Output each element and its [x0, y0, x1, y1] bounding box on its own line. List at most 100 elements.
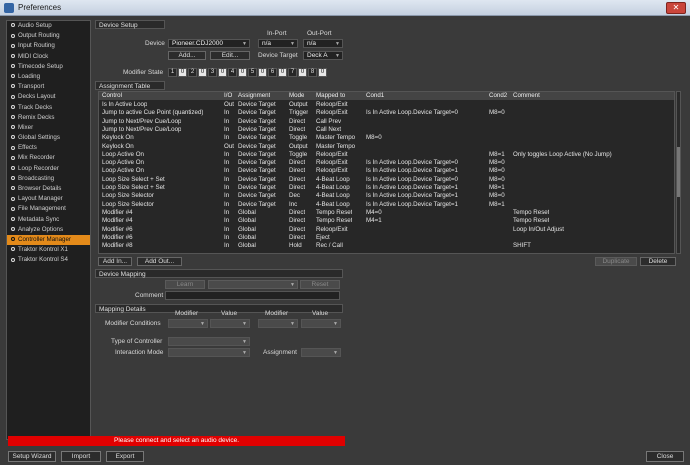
table-row[interactable]: Modifier #6 In Global Direct Reloop/Exit Loop…: [99, 226, 674, 234]
sidebar-item[interactable]: Effects: [7, 143, 90, 153]
radio-dot-icon: [11, 53, 15, 58]
assignment-dropdown[interactable]: ▼: [301, 348, 341, 357]
sidebar-item[interactable]: Traktor Kontrol X1: [7, 245, 90, 255]
type-of-controller-dropdown[interactable]: ▼: [168, 337, 250, 346]
in-port-dropdown[interactable]: n/a ▼: [258, 39, 298, 48]
modifier-value[interactable]: 0: [238, 68, 247, 77]
table-row[interactable]: Loop Active On In Device Target Direct Reloo…: [99, 159, 674, 167]
sidebar-item-label: Global Settings: [18, 134, 60, 142]
table-row[interactable]: Is In Active Loop Out Device Target Output R…: [99, 101, 674, 109]
sidebar-item[interactable]: Broadcasting: [7, 174, 90, 184]
table-cell: M8=1: [489, 150, 505, 158]
close-button[interactable]: Close: [646, 451, 684, 462]
table-row[interactable]: Modifier #4 In Global Direct Tempo Reset M4=1…: [99, 217, 674, 225]
modifier-value[interactable]: 0: [218, 68, 227, 77]
add-device-button[interactable]: Add...: [168, 51, 206, 60]
table-row[interactable]: Jump to active Cue Point (quantized) In De…: [99, 109, 674, 117]
modifier-value[interactable]: 0: [318, 68, 327, 77]
scrollbar-thumb[interactable]: [677, 147, 680, 197]
sidebar-item[interactable]: Mix Recorder: [7, 153, 90, 163]
title-bar: Preferences ✕: [0, 0, 690, 16]
table-row[interactable]: Loop Size Select + Set In Device Target Dir…: [99, 175, 674, 184]
table-cell: Modifier #8: [102, 242, 133, 250]
comment-input[interactable]: [165, 291, 340, 300]
interaction-mode-dropdown[interactable]: ▼: [168, 348, 250, 357]
sidebar-item[interactable]: Analyze Options: [7, 225, 90, 235]
delete-button[interactable]: Delete: [640, 257, 676, 266]
add-out-button[interactable]: Add Out...: [137, 257, 182, 266]
sidebar-item[interactable]: Loop Recorder: [7, 164, 90, 174]
table-row[interactable]: Loop Size Selector In Device Target Inc 4-Be…: [99, 201, 674, 209]
table-cell: Direct: [289, 175, 306, 183]
table-cell: Rec / Call: [316, 242, 343, 250]
reset-button[interactable]: Reset: [300, 280, 340, 289]
learn-dropdown[interactable]: ▼: [208, 280, 298, 289]
table-row[interactable]: Jump to Next/Prev Cue/Loop In Device Targe…: [99, 118, 674, 126]
sidebar-item-label: Remix Decks: [18, 113, 55, 121]
sidebar-item[interactable]: Mixer: [7, 123, 90, 133]
table-row[interactable]: Loop Size Select + Set In Device Target Dir…: [99, 184, 674, 192]
edit-device-button[interactable]: Edit...: [210, 51, 250, 60]
table-cell: Device Target: [238, 150, 276, 158]
modifier-value[interactable]: 0: [278, 68, 287, 77]
sidebar-item[interactable]: File Management: [7, 204, 90, 214]
table-row[interactable]: Modifier #6 In Global Direct Eject: [99, 233, 674, 242]
modifier-1-dropdown[interactable]: ▼: [168, 319, 208, 328]
sidebar-item[interactable]: Remix Decks: [7, 113, 90, 123]
modifier-value[interactable]: 0: [198, 68, 207, 77]
sidebar-item[interactable]: Layout Manager: [7, 194, 90, 204]
table-row[interactable]: Jump to Next/Prev Cue/Loop In Device Targe…: [99, 126, 674, 134]
modifier-2-dropdown[interactable]: ▼: [258, 319, 298, 328]
table-cell: Tempo Reset: [513, 217, 550, 225]
modifier-value[interactable]: 0: [298, 68, 307, 77]
table-row[interactable]: Keylock On In Device Target Toggle Master Te…: [99, 134, 674, 142]
sidebar-item[interactable]: Audio Setup: [7, 21, 90, 31]
table-row[interactable]: Loop Size Selector In Device Target Dec 4-Be…: [99, 192, 674, 200]
duplicate-button[interactable]: Duplicate: [595, 257, 637, 266]
sidebar-item[interactable]: Global Settings: [7, 133, 90, 143]
sidebar-item[interactable]: Controller Manager: [7, 234, 90, 246]
sidebar-item[interactable]: Timecode Setup: [7, 62, 90, 72]
import-button[interactable]: Import: [61, 451, 101, 462]
modifier-col-2: Modifier: [265, 310, 289, 317]
out-port-dropdown[interactable]: n/a ▼: [303, 39, 343, 48]
sidebar-item[interactable]: Track Decks: [7, 103, 90, 113]
table-cell: Direct: [289, 233, 306, 241]
table-row[interactable]: Loop Active On In Device Target Direct Reloo…: [99, 167, 674, 175]
sidebar-item[interactable]: Input Routing: [7, 41, 90, 51]
table-row[interactable]: Loop Active On In Device Target Toggle Reloo…: [99, 150, 674, 159]
sidebar-item[interactable]: Traktor Kontrol S4: [7, 255, 90, 265]
sidebar-item[interactable]: Output Routing: [7, 31, 90, 41]
sidebar-item-label: Broadcasting: [18, 174, 55, 182]
device-dropdown[interactable]: Pioneer.CDJ2000 ▼: [168, 39, 250, 48]
modifier-value[interactable]: 0: [178, 68, 187, 77]
table-row[interactable]: Keylock On Out Device Target Output Master T…: [99, 142, 674, 151]
sidebar-item[interactable]: Metadata Sync: [7, 215, 90, 225]
sidebar-item-label: Controller Manager: [18, 235, 71, 243]
modifier-value[interactable]: 0: [258, 68, 267, 77]
sidebar-item[interactable]: Browser Details: [7, 184, 90, 194]
learn-button[interactable]: Learn: [165, 280, 205, 289]
sidebar-item[interactable]: Transport: [7, 82, 90, 92]
value-2-dropdown[interactable]: ▼: [301, 319, 341, 328]
table-cell: Master Tempo: [316, 142, 356, 150]
sidebar-item[interactable]: Loading: [7, 72, 90, 82]
add-in-button[interactable]: Add In...: [98, 257, 132, 266]
value-1-dropdown[interactable]: ▼: [210, 319, 250, 328]
table-cell: Hold: [289, 242, 302, 250]
table-cell: M8=1: [489, 184, 505, 191]
setup-wizard-button[interactable]: Setup Wizard: [8, 451, 56, 462]
window-close-button[interactable]: ✕: [666, 2, 686, 14]
table-row[interactable]: Modifier #4 In Global Direct Tempo Reset M4=0…: [99, 209, 674, 217]
assignment-table-scrollbar[interactable]: [676, 91, 681, 254]
sidebar-item-label: Transport: [18, 83, 45, 91]
table-cell: Is In Active Loop: [102, 101, 148, 108]
sidebar-item-label: MIDI Clock: [18, 52, 49, 60]
sidebar-item[interactable]: MIDI Clock: [7, 52, 90, 62]
table-row[interactable]: Modifier #8 In Global Hold Rec / Call SHIFT: [99, 242, 674, 250]
export-button[interactable]: Export: [106, 451, 144, 462]
table-cell: M8=0: [489, 167, 505, 175]
sidebar-item-label: Analyze Options: [18, 225, 64, 233]
sidebar-item[interactable]: Decks Layout: [7, 92, 90, 102]
device-target-dropdown[interactable]: Deck A ▼: [303, 51, 343, 60]
